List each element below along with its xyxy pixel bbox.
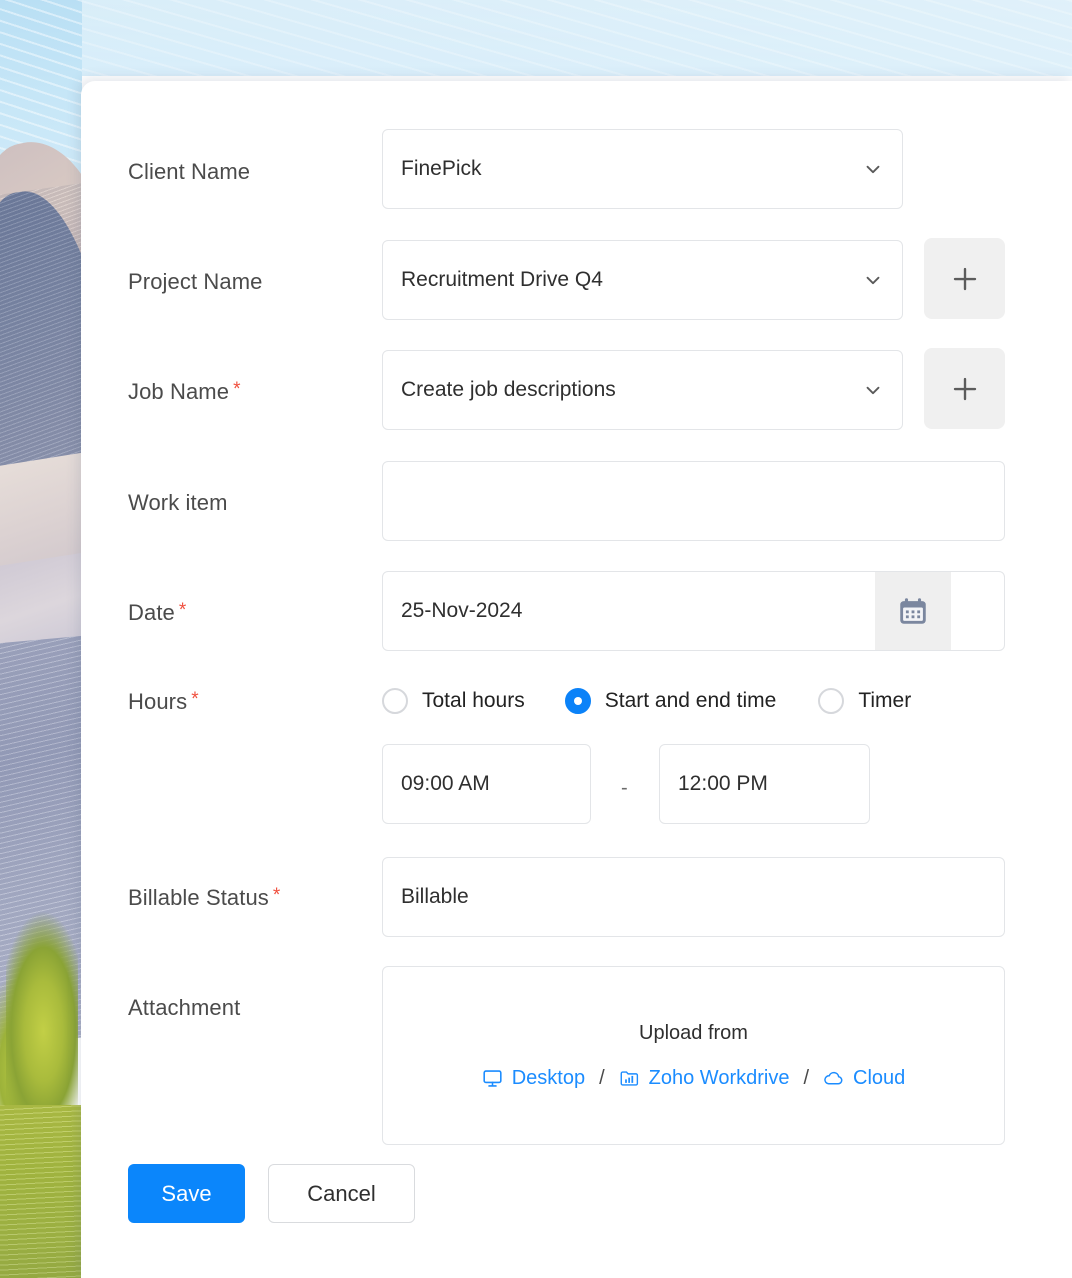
job-name-value: Create job descriptions	[401, 378, 862, 402]
add-job-button[interactable]	[924, 348, 1005, 429]
field-row-billable-status: Billable Status *	[128, 885, 280, 911]
field-row-client-name: Client Name	[128, 159, 250, 185]
cloud-icon	[823, 1068, 844, 1089]
cancel-button[interactable]: Cancel	[268, 1164, 415, 1223]
log-time-dialog: Client Name FinePick Project Name Recrui…	[81, 81, 1072, 1278]
end-time-input[interactable]: 12:00 PM	[659, 744, 870, 824]
time-range-separator: -	[621, 777, 628, 800]
radio-label: Timer	[858, 689, 911, 713]
label-client-name: Client Name	[128, 159, 250, 185]
billable-status-value: Billable	[401, 885, 986, 909]
screen-root: Client Name FinePick Project Name Recrui…	[0, 0, 1072, 1278]
hours-mode-radio-group: Total hours Start and end time Timer	[382, 688, 911, 714]
upload-separator: /	[599, 1067, 605, 1090]
label-job-name: Job Name	[128, 379, 229, 405]
strip-grass-texture	[0, 1105, 82, 1278]
start-time-value: 09:00 AM	[401, 772, 572, 796]
upload-source-cloud[interactable]: Cloud	[823, 1067, 905, 1090]
label-date: Date	[128, 600, 175, 626]
save-button[interactable]: Save	[128, 1164, 245, 1223]
radio-total-hours[interactable]: Total hours	[382, 688, 525, 714]
upload-separator: /	[803, 1067, 809, 1090]
billable-status-select[interactable]: Billable	[382, 857, 1005, 937]
required-marker: *	[233, 379, 240, 401]
radio-start-and-end-time[interactable]: Start and end time	[565, 688, 777, 714]
upload-source-label: Cloud	[853, 1067, 905, 1090]
radio-label: Total hours	[422, 689, 525, 713]
radio-label: Start and end time	[605, 689, 777, 713]
label-work-item: Work item	[128, 490, 228, 516]
plus-icon	[950, 264, 980, 294]
upload-source-label: Zoho Workdrive	[649, 1067, 790, 1090]
chevron-down-icon	[862, 379, 884, 401]
field-row-job-name: Job Name *	[128, 379, 240, 405]
upload-source-label: Desktop	[512, 1067, 585, 1090]
radio-timer[interactable]: Timer	[818, 688, 911, 714]
upload-source-list: Desktop / Zoho Workdrive /	[482, 1067, 906, 1090]
upload-source-desktop[interactable]: Desktop	[482, 1067, 585, 1090]
project-name-select[interactable]: Recruitment Drive Q4	[382, 240, 903, 320]
upload-from-title: Upload from	[639, 1022, 748, 1045]
client-name-select[interactable]: FinePick	[382, 129, 903, 209]
attachment-dropzone[interactable]: Upload from Desktop /	[382, 966, 1005, 1145]
desktop-icon	[482, 1068, 503, 1089]
label-hours: Hours	[128, 689, 187, 715]
required-marker: *	[191, 689, 198, 711]
label-project-name: Project Name	[128, 269, 262, 295]
strip-tree-primary	[6, 905, 78, 1135]
calendar-picker-button[interactable]	[875, 572, 951, 650]
upload-source-zoho-workdrive[interactable]: Zoho Workdrive	[619, 1067, 790, 1090]
radio-indicator	[818, 688, 844, 714]
workdrive-icon	[619, 1068, 640, 1089]
required-marker: *	[179, 600, 186, 622]
calendar-icon	[896, 594, 930, 628]
required-marker: *	[273, 885, 280, 907]
job-name-select[interactable]: Create job descriptions	[382, 350, 903, 430]
add-project-button[interactable]	[924, 238, 1005, 319]
radio-indicator	[565, 688, 591, 714]
end-time-value: 12:00 PM	[678, 772, 851, 796]
field-row-attachment: Attachment	[128, 995, 240, 1021]
chevron-down-icon	[862, 158, 884, 180]
work-item-input[interactable]	[382, 461, 1005, 541]
radio-indicator	[382, 688, 408, 714]
project-name-value: Recruitment Drive Q4	[401, 268, 862, 292]
client-name-value: FinePick	[401, 157, 862, 181]
plus-icon	[950, 374, 980, 404]
field-row-hours: Hours *	[128, 689, 199, 715]
label-billable-status: Billable Status	[128, 885, 269, 911]
field-row-work-item: Work item	[128, 490, 228, 516]
chevron-down-icon	[862, 269, 884, 291]
background-landscape-strip	[0, 0, 82, 1278]
label-attachment: Attachment	[128, 995, 240, 1021]
field-row-project-name: Project Name	[128, 269, 262, 295]
start-time-input[interactable]: 09:00 AM	[382, 744, 591, 824]
field-row-date: Date *	[128, 600, 186, 626]
